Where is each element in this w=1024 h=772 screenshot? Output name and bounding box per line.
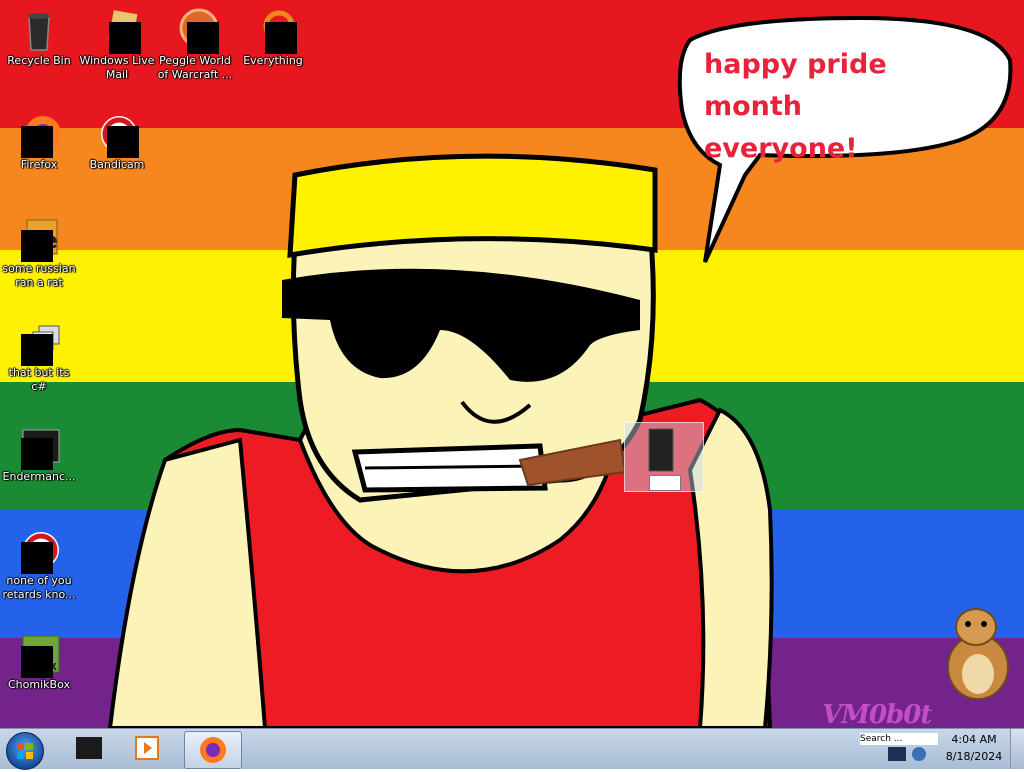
desktop-icon-label: none of you retards kno... (2, 574, 76, 601)
firefox-icon (200, 737, 226, 763)
desktop-icon-label: Windows Live Mail (79, 54, 155, 81)
desktop-icon-none-of-you[interactable]: none of you retards kno... (0, 524, 78, 602)
desktop-icon-label: ChomikBox (8, 678, 70, 691)
file-icon (648, 428, 674, 472)
show-desktop-button[interactable] (1010, 729, 1024, 769)
taskbar: Search ... 4:04 AM 8/18/2024 (0, 728, 1024, 770)
app-icon (17, 528, 61, 574)
clock-time: 4:04 AM (951, 733, 997, 746)
terminal-icon (76, 737, 102, 759)
window-stack-icon (17, 320, 61, 366)
desktop-icon-bandicam[interactable]: Bandicam (78, 108, 156, 172)
desktop-icon-label: some russian ran a rat (2, 262, 76, 289)
desktop-icon-some-russian-ran-a-rat[interactable]: e some russian ran a rat (0, 212, 78, 290)
peggle-icon (173, 8, 219, 54)
desktop-icon-chomikbox[interactable]: ox ChomikBox (0, 628, 78, 692)
tray-network-icon[interactable] (888, 747, 906, 761)
taskbar-app-firefox[interactable] (184, 731, 242, 769)
firefox-icon (17, 112, 61, 158)
windows-logo-icon (17, 743, 33, 759)
clock-date: 8/18/2024 (945, 750, 1003, 763)
hamster-image (947, 608, 1009, 700)
recycle-bin-icon (17, 8, 61, 52)
tray-app-icon[interactable] (912, 747, 926, 761)
bandicam-icon (95, 112, 139, 158)
terminal-icon (17, 424, 61, 470)
speech-bubble-line-1: happy pride month (704, 49, 887, 122)
watermark-text: VM0b0t (822, 700, 932, 730)
speech-bubble-line-2: everyone! (704, 133, 858, 164)
desktop-icon-peggle[interactable]: Peggle World of Warcraft ... (156, 4, 234, 82)
system-tray: Search ... (858, 733, 940, 765)
desktop-icon-label: that but its c# (8, 366, 70, 393)
speech-bubble-text: happy pride month everyone! (704, 44, 984, 170)
desktop-icon-that-but-its-csharp[interactable]: that but its c# (0, 316, 78, 394)
drag-ghost-icon (624, 422, 704, 492)
desktop-icon-windows-live-mail[interactable]: Windows Live Mail (78, 4, 156, 82)
desktop-icon-label: Firefox (20, 158, 58, 171)
desktop-icon-label: Recycle Bin (7, 54, 71, 67)
desktop-icon-label: Peggle World of Warcraft ... (157, 54, 233, 81)
desktop-icon-firefox[interactable]: Firefox (0, 108, 78, 172)
taskbar-app-media-player[interactable] (120, 731, 176, 767)
chomikbox-icon: ox (17, 632, 61, 678)
search-icon (251, 8, 297, 54)
media-player-icon (135, 736, 159, 760)
taskbar-app-terminal[interactable] (60, 731, 116, 767)
tray-search-box[interactable]: Search ... (860, 733, 938, 745)
desktop-icon-endermanch[interactable]: Endermanc... (0, 420, 78, 484)
file-icon: e (17, 216, 61, 262)
taskbar-clock[interactable]: 4:04 AM 8/18/2024 (940, 731, 1008, 767)
desktop-icon-label: Bandicam (89, 158, 145, 171)
desktop-icon-label: Endermanc... (2, 470, 76, 483)
desktop-icon-label: Everything (243, 54, 303, 67)
mail-icon (95, 8, 141, 54)
start-button[interactable] (6, 732, 44, 770)
desktop-icon-recycle-bin[interactable]: Recycle Bin (0, 4, 78, 68)
desktop-icon-everything[interactable]: Everything (234, 4, 312, 68)
